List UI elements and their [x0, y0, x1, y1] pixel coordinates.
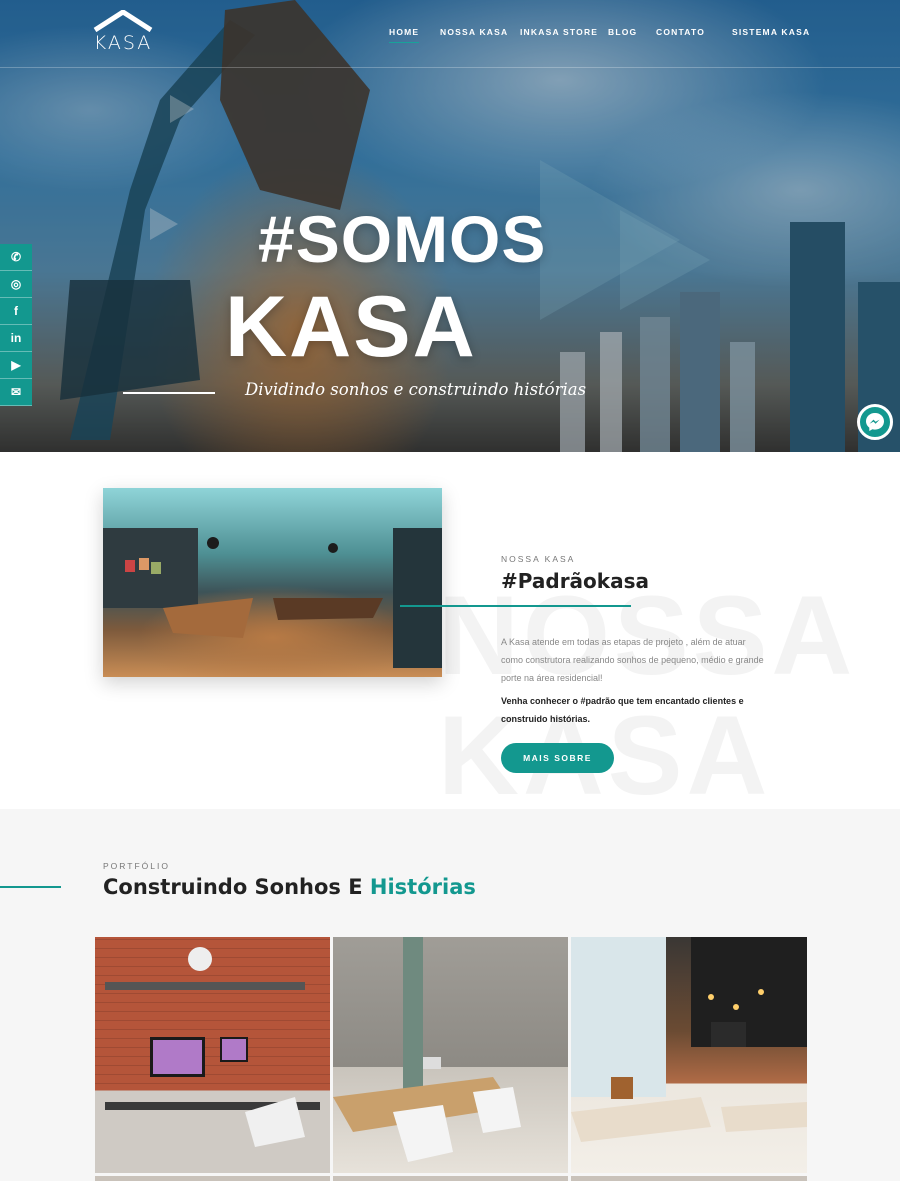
roof-logo-icon: [93, 10, 153, 32]
linkedin-icon[interactable]: in: [0, 325, 32, 352]
portfolio-eyebrow: PORTFÓLIO: [103, 861, 170, 871]
cafe-render: [571, 937, 807, 1142]
portfolio-section: PORTFÓLIO Construindo Sonhos E Histórias: [0, 809, 900, 1181]
portfolio-divider: [0, 886, 61, 888]
office-panorama-photo: [103, 488, 442, 677]
youtube-icon[interactable]: ▶: [0, 352, 32, 379]
hero-divider: [123, 392, 215, 394]
messenger-chat-button[interactable]: [857, 404, 893, 440]
hero-subtitle: Dividindo sonhos e construindo histórias: [245, 380, 587, 399]
about-highlight: Venha conhecer o #padrão que tem encanta…: [501, 696, 744, 724]
social-sidebar: ✆ ◎ f in ▶ ✉: [0, 244, 32, 406]
portfolio-tile-workspace[interactable]: [95, 937, 330, 1173]
about-divider: [400, 605, 631, 607]
nav-nossa-kasa[interactable]: NOSSA KASA: [440, 27, 508, 37]
instagram-icon[interactable]: ◎: [0, 271, 32, 298]
kasa-logo[interactable]: KASA: [93, 10, 153, 58]
meeting-room-render: [333, 937, 521, 1162]
hero-title-line2: KASA: [225, 279, 477, 375]
whatsapp-icon[interactable]: ✆: [0, 244, 32, 271]
portfolio-tile-meeting-room[interactable]: [333, 937, 568, 1173]
portfolio-heading-accent: Histórias: [369, 875, 476, 899]
nav-home[interactable]: HOME: [389, 27, 420, 43]
about-description: A Kasa atende em todas as etapas de proj…: [501, 637, 764, 683]
email-icon[interactable]: ✉: [0, 379, 32, 406]
more-about-button[interactable]: MAIS SOBRE: [501, 743, 614, 773]
portfolio-tile-cafe[interactable]: [571, 937, 807, 1173]
nav-sistema-kasa[interactable]: SISTEMA KASA: [732, 27, 810, 37]
workspace-render: [105, 947, 320, 1147]
about-section: NOSSA KASA NOSSA KASA #Padrãokasa A Kasa…: [0, 452, 900, 809]
nav-inkasa-store[interactable]: INKASA STORE: [520, 27, 598, 37]
about-eyebrow: NOSSA KASA: [501, 554, 576, 564]
portfolio-tile-row2[interactable]: [333, 1176, 568, 1181]
messenger-icon: [866, 413, 884, 431]
portfolio-tile-row2[interactable]: [95, 1176, 330, 1181]
nav-blog[interactable]: BLOG: [608, 27, 637, 37]
portfolio-heading: Construindo Sonhos E Histórias: [103, 875, 476, 899]
portfolio-tile-row2[interactable]: [571, 1176, 807, 1181]
hero-banner: KASA HOME NOSSA KASA INKASA STORE BLOG C…: [0, 0, 900, 452]
portfolio-heading-plain: Construindo Sonhos E: [103, 875, 370, 899]
office-interior-illustration: [103, 528, 442, 668]
about-heading: #Padrãokasa: [501, 569, 649, 593]
logo-wordmark: KASA: [93, 32, 153, 54]
nav-contato[interactable]: CONTATO: [656, 27, 705, 37]
facebook-icon[interactable]: f: [0, 298, 32, 325]
top-navigation-bar: KASA HOME NOSSA KASA INKASA STORE BLOG C…: [0, 0, 900, 68]
hero-title-line1: #SOMOS: [258, 202, 547, 276]
